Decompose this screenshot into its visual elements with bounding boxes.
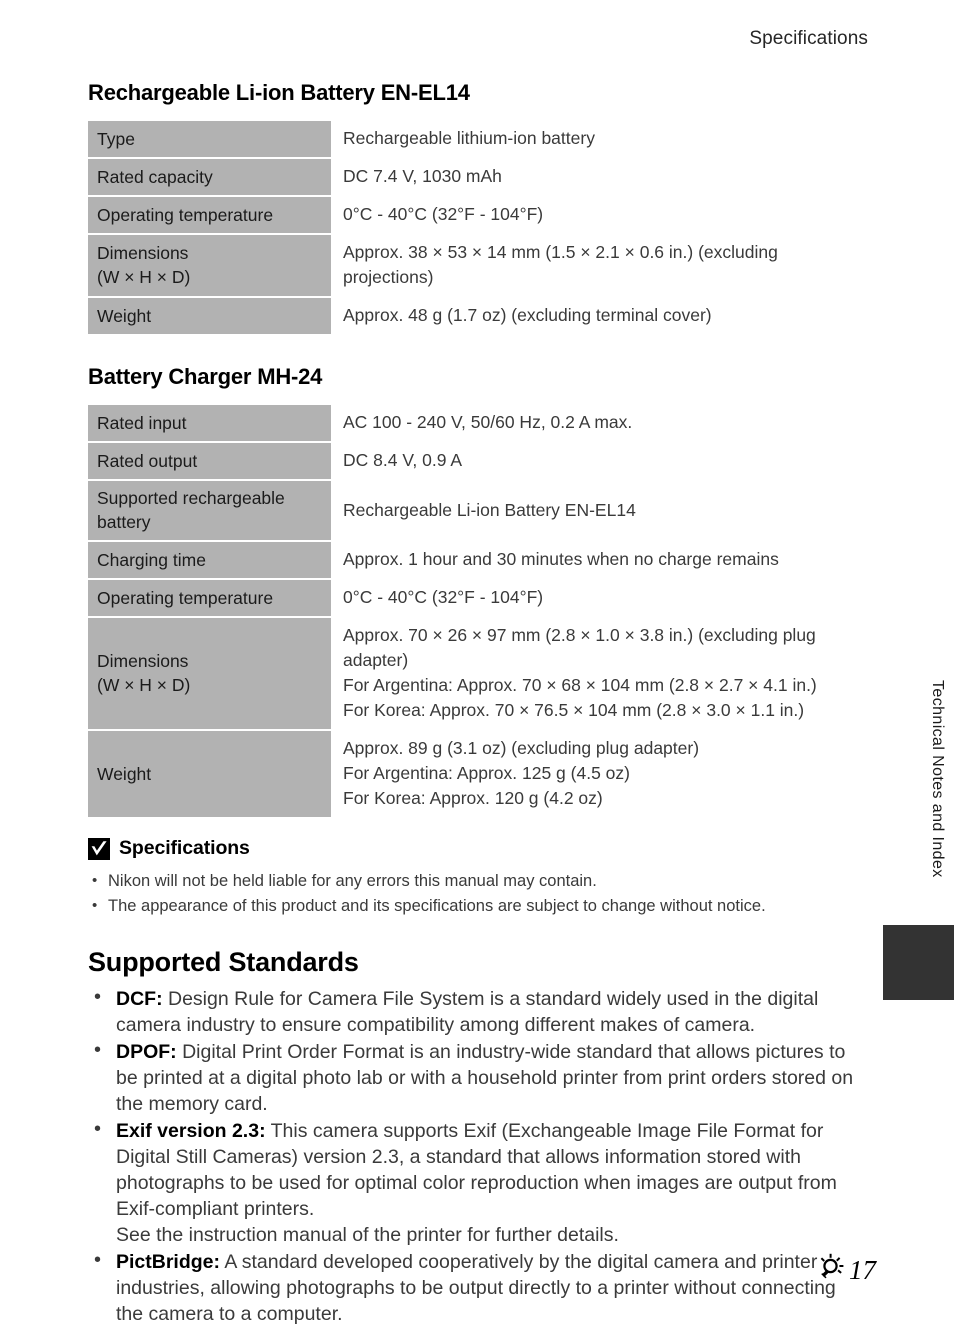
row-key: Charging time — [88, 542, 331, 578]
battery-spec-table: Type Rechargeable lithium-ion battery Ra… — [88, 119, 868, 336]
page-number: 17 — [849, 1255, 876, 1285]
note-title: Specifications — [119, 837, 250, 859]
specifications-note-block: Specifications Nikon will not be held li… — [88, 837, 868, 919]
row-value: Approx. 89 g (3.1 oz) (excluding plug ad… — [331, 731, 868, 817]
standard-text: Digital Print Order Format is an industr… — [116, 1041, 854, 1115]
row-value-line: adapter) — [343, 650, 409, 670]
row-value-line: Approx. 70 × 26 × 97 mm (2.8 × 1.0 × 3.8… — [343, 625, 816, 645]
row-key: Weight — [88, 298, 331, 334]
row-value: AC 100 - 240 V, 50/60 Hz, 0.2 A max. — [343, 412, 633, 432]
standards-list: DCF: Design Rule for Camera File System … — [88, 984, 868, 1327]
row-key: Rated input — [88, 405, 331, 441]
list-item: DCF: Design Rule for Camera File System … — [88, 984, 868, 1038]
running-head: Specifications — [749, 28, 868, 49]
row-key: Rated capacity — [88, 159, 331, 195]
row-key-line: Dimensions — [97, 243, 189, 263]
row-value: Approx. 48 g (1.7 oz) (excluding termina… — [343, 305, 712, 325]
row-key: Weight — [88, 731, 331, 817]
note-list: Nikon will not be held liable for any er… — [88, 868, 868, 919]
row-key: Supported rechargeable battery — [88, 481, 331, 540]
row-key-line: (W × H × D) — [97, 267, 191, 287]
charger-section-heading: Battery Charger MH-24 — [88, 364, 323, 389]
page-content: Rechargeable Li-ion Battery EN-EL14 Type… — [88, 80, 868, 1328]
row-value: 0°C - 40°C (32°F - 104°F) — [343, 204, 544, 224]
charger-spec-table: Rated input AC 100 - 240 V, 50/60 Hz, 0.… — [88, 403, 868, 819]
list-item: DPOF: Digital Print Order Format is an i… — [88, 1037, 868, 1117]
table-row: Operating temperature 0°C - 40°C (32°F -… — [88, 197, 868, 233]
table-row: Rated capacity DC 7.4 V, 1030 mAh — [88, 159, 868, 195]
row-value-line: For Korea: Approx. 120 g (4.2 oz) — [343, 788, 603, 808]
row-key-line: (W × H × D) — [97, 675, 191, 695]
standard-term: Exif version 2.3: — [116, 1120, 266, 1142]
row-value-line: For Korea: Approx. 70 × 76.5 × 104 mm (2… — [343, 700, 805, 720]
row-key: Dimensions (W × H × D) — [88, 235, 331, 296]
list-item: Exif version 2.3: This camera supports E… — [88, 1116, 868, 1248]
list-item: PictBridge: A standard developed coopera… — [88, 1247, 868, 1327]
row-key-line: Supported rechargeable — [97, 488, 285, 508]
table-row: Charging time Approx. 1 hour and 30 minu… — [88, 542, 868, 578]
list-item: Nikon will not be held liable for any er… — [88, 868, 868, 894]
standard-text: Design Rule for Camera File System is a … — [116, 988, 819, 1036]
page-footer: 17 — [815, 1253, 876, 1288]
row-value: Rechargeable Li-ion Battery EN-EL14 — [343, 499, 636, 520]
row-key: Operating temperature — [88, 197, 331, 233]
check-mark-icon — [88, 837, 110, 860]
table-row: Weight Approx. 48 g (1.7 oz) (excluding … — [88, 298, 868, 334]
side-tab-block — [883, 925, 954, 1000]
row-value-line: For Argentina: Approx. 70 × 68 × 104 mm … — [343, 675, 817, 695]
row-key: Rated output — [88, 443, 331, 479]
row-key: Type — [88, 121, 331, 157]
supported-standards-heading: Supported Standards — [88, 947, 359, 977]
row-value: Approx. 38 × 53 × 14 mm (1.5 × 2.1 × 0.6… — [343, 242, 778, 287]
table-row: Weight Approx. 89 g (3.1 oz) (excluding … — [88, 731, 868, 817]
table-row: Type Rechargeable lithium-ion battery — [88, 121, 868, 157]
row-value: DC 7.4 V, 1030 mAh — [343, 166, 502, 186]
table-row: Dimensions (W × H × D) Approx. 38 × 53 ×… — [88, 235, 868, 296]
row-value: DC 8.4 V, 0.9 A — [343, 450, 463, 470]
row-value-line: For Argentina: Approx. 125 g (4.5 oz) — [343, 763, 630, 783]
table-row: Supported rechargeable battery Rechargea… — [88, 481, 868, 540]
list-item: The appearance of this product and its s… — [88, 893, 868, 919]
standard-term: PictBridge: — [116, 1251, 221, 1273]
row-value: 0°C - 40°C (32°F - 104°F) — [343, 587, 544, 607]
standard-term: DCF: — [116, 988, 163, 1010]
row-value-line: Approx. 89 g (3.1 oz) (excluding plug ad… — [343, 738, 700, 758]
standard-term: DPOF: — [116, 1041, 177, 1063]
note-title-row: Specifications — [88, 837, 868, 860]
side-tab-label: Technical Notes and Index — [929, 680, 946, 878]
table-row: Rated input AC 100 - 240 V, 50/60 Hz, 0.… — [88, 405, 868, 441]
row-key: Operating temperature — [88, 580, 331, 616]
row-value: Rechargeable lithium-ion battery — [343, 128, 595, 148]
row-value: Approx. 70 × 26 × 97 mm (2.8 × 1.0 × 3.8… — [331, 618, 868, 729]
row-value: Approx. 1 hour and 30 minutes when no ch… — [343, 549, 779, 569]
row-key-line: battery — [97, 512, 151, 532]
row-key: Dimensions (W × H × D) — [88, 618, 331, 729]
table-row: Dimensions (W × H × D) Approx. 70 × 26 ×… — [88, 618, 868, 729]
table-row: Operating temperature 0°C - 40°C (32°F -… — [88, 580, 868, 616]
lightbulb-icon — [815, 1253, 845, 1288]
table-row: Rated output DC 8.4 V, 0.9 A — [88, 443, 868, 479]
row-key-line: Dimensions — [97, 651, 189, 671]
battery-section-heading: Rechargeable Li-ion Battery EN-EL14 — [88, 80, 470, 105]
standard-extra-line: See the instruction manual of the printe… — [116, 1224, 619, 1246]
